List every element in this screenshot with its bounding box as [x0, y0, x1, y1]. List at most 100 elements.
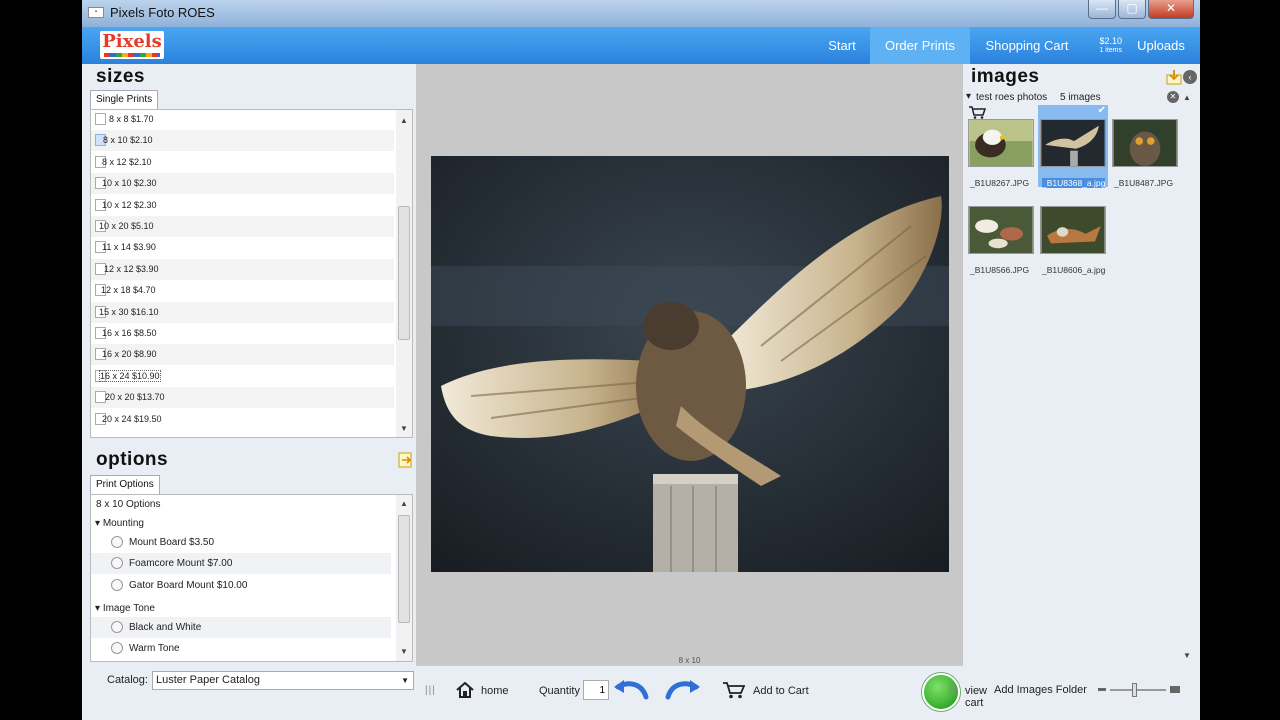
folder-name: test roes photos	[976, 92, 1048, 103]
folder-row[interactable]: ▾ test roes photos 5 images ✕	[966, 91, 1180, 105]
size-item[interactable]: 16 x 20 $8.90	[91, 344, 394, 366]
home-button[interactable]: home	[456, 666, 516, 716]
zoom-slider[interactable]	[1098, 683, 1180, 697]
option-gator-board[interactable]: Gator Board Mount $10.00	[91, 575, 391, 596]
images-grid: _B1U8267.JPG ✔ _B1U8368_a.jpg _B1U8487.J…	[966, 105, 1180, 660]
size-item[interactable]: 8 x 8 $1.70	[91, 110, 394, 130]
close-icon[interactable]: ✕	[1167, 91, 1179, 103]
size-label: 20 x 24 $19.50	[102, 413, 162, 424]
pixels-logo: Pixels	[100, 31, 164, 59]
minimize-button[interactable]: —	[1088, 0, 1116, 19]
image-thumb[interactable]: _B1U8487.JPG	[1110, 105, 1180, 188]
option-warm-tone[interactable]: Warm Tone	[91, 638, 391, 659]
export-icon[interactable]	[398, 452, 414, 468]
tab-single-prints[interactable]: Single Prints	[90, 90, 159, 109]
main-nav: Pixels Start Order Prints Shopping Cart …	[82, 27, 1200, 64]
size-checkbox[interactable]	[95, 113, 106, 125]
options-scrollbar[interactable]: ▲ ▼	[396, 495, 412, 661]
option-foamcore[interactable]: Foamcore Mount $7.00	[91, 553, 391, 574]
app-icon: ▪	[88, 7, 104, 18]
redo-icon[interactable]	[664, 679, 700, 701]
collapse-icon: ▾	[966, 91, 972, 102]
option-mount-board[interactable]: Mount Board $3.50	[91, 532, 391, 553]
chevron-down-icon: ▼	[401, 676, 409, 685]
folder-count: 5 images	[1060, 92, 1101, 103]
add-to-cart-button[interactable]: Add to Cart	[722, 666, 822, 716]
import-icon[interactable]	[1166, 69, 1182, 85]
add-images-folder-button[interactable]: Add Images Folder	[994, 684, 1087, 696]
preview-photo[interactable]	[431, 156, 949, 572]
cart-icon	[723, 682, 746, 699]
tab-print-options[interactable]: Print Options	[90, 475, 160, 494]
size-item[interactable]: 10 x 20 $5.10	[91, 216, 394, 237]
image-thumb[interactable]: _B1U8267.JPG	[966, 105, 1036, 188]
sizes-title: sizes	[96, 66, 145, 87]
maximize-button[interactable]: ▢	[1118, 0, 1146, 19]
quantity-label: Quantity	[539, 685, 580, 697]
view-cart-label[interactable]: view cart	[965, 685, 987, 709]
option-black-white[interactable]: Black and White	[91, 617, 391, 638]
sizes-scrollbar[interactable]: ▲ ▼	[396, 110, 412, 437]
size-label: 8 x 8 $1.70	[109, 114, 154, 124]
window-title: Pixels Foto ROES	[110, 5, 215, 20]
catalog-row: Catalog: Luster Paper Catalog ▼	[82, 666, 416, 696]
quantity-input[interactable]	[583, 680, 609, 700]
images-title: images	[971, 66, 1040, 87]
size-label: 16 x 24 $10.90	[99, 369, 161, 382]
size-item[interactable]: 10 x 10 $2.30	[91, 173, 394, 195]
size-item[interactable]: 20 x 20 $13.70	[91, 387, 394, 409]
size-label: 8 x 10 $2.10	[103, 135, 153, 146]
cart-summary: $2.10 1 items	[1082, 36, 1122, 56]
collapse-icon: ▾	[95, 518, 103, 529]
close-button[interactable]: ✕	[1148, 0, 1194, 19]
images-scrollbar[interactable]: ▲ ▼	[1180, 93, 1194, 660]
options-list: 8 x 10 Options ▾ Mounting Mount Board $3…	[90, 494, 413, 662]
cart-count: 1 items	[1099, 47, 1122, 54]
nav-shopping-cart[interactable]: Shopping Cart	[972, 27, 1082, 64]
size-item[interactable]: 8 x 12 $2.10	[91, 151, 394, 173]
size-label: 16 x 20 $8.90	[102, 349, 157, 360]
collapse-icon: ▾	[95, 603, 103, 614]
size-item[interactable]: 15 x 30 $16.10	[91, 301, 394, 323]
image-thumb[interactable]: _B1U8606_a.jpg	[1038, 192, 1108, 275]
size-item[interactable]: 8 x 10 $2.10	[91, 130, 394, 152]
bottom-toolbar: ||| home Quantity Add to Cart view	[416, 665, 987, 720]
size-item[interactable]: 10 x 12 $2.30	[91, 194, 394, 216]
size-label: 8 x 12 $2.10	[102, 156, 152, 167]
app-window: ▪ Pixels Foto ROES — ▢ ✕ Pixels Start Or…	[82, 0, 1200, 720]
title-bar: ▪ Pixels Foto ROES — ▢ ✕	[82, 0, 1200, 27]
size-label: 11 x 14 $3.90	[102, 242, 156, 253]
check-icon: ✔	[1097, 105, 1106, 116]
sizes-list: 8 x 8 $1.70 8 x 10 $2.10 8 x 12 $2.10 10 x …	[90, 109, 413, 438]
grip-handle[interactable]: |||	[948, 684, 956, 695]
size-label: 12 x 18 $4.70	[101, 285, 156, 296]
size-label: 10 x 20 $5.10	[99, 221, 154, 231]
size-item[interactable]: 12 x 12 $3.90	[91, 258, 394, 280]
size-item[interactable]: 16 x 24 $10.90	[91, 365, 394, 387]
size-item[interactable]: 12 x 18 $4.70	[91, 280, 394, 302]
nav-start[interactable]: Start	[816, 27, 868, 64]
size-label: 16 x 16 $8.50	[102, 328, 157, 338]
size-item[interactable]: 16 x 16 $8.50	[91, 323, 394, 344]
size-label: 20 x 20 $13.70	[105, 392, 165, 403]
size-item[interactable]: 20 x 24 $19.50	[91, 408, 394, 430]
image-thumb[interactable]: _B1U8566.JPG	[966, 192, 1036, 275]
size-item[interactable]: 11 x 14 $3.90	[91, 237, 394, 259]
nav-order-prints[interactable]: Order Prints	[870, 27, 970, 64]
catalog-select[interactable]: Luster Paper Catalog ▼	[152, 671, 414, 690]
catalog-label: Catalog:	[107, 674, 148, 686]
group-mounting[interactable]: ▾ Mounting	[95, 518, 144, 529]
size-caption: 8 x 10	[678, 656, 701, 665]
size-label: 12 x 12 $3.90	[104, 263, 159, 274]
grip-handle[interactable]: |||	[425, 685, 436, 696]
undo-icon[interactable]	[614, 679, 650, 701]
size-label: 15 x 30 $16.10	[99, 306, 159, 317]
group-image-tone[interactable]: ▾ Image Tone	[95, 603, 155, 614]
nav-uploads[interactable]: Uploads	[1128, 27, 1194, 64]
size-label: 10 x 10 $2.30	[102, 178, 157, 189]
back-icon[interactable]: ‹	[1183, 70, 1197, 84]
image-thumb[interactable]: ✔ _B1U8368_a.jpg	[1038, 105, 1108, 188]
options-title: options	[96, 449, 169, 470]
home-icon	[456, 682, 474, 698]
cart-total: $2.10	[1099, 36, 1122, 46]
